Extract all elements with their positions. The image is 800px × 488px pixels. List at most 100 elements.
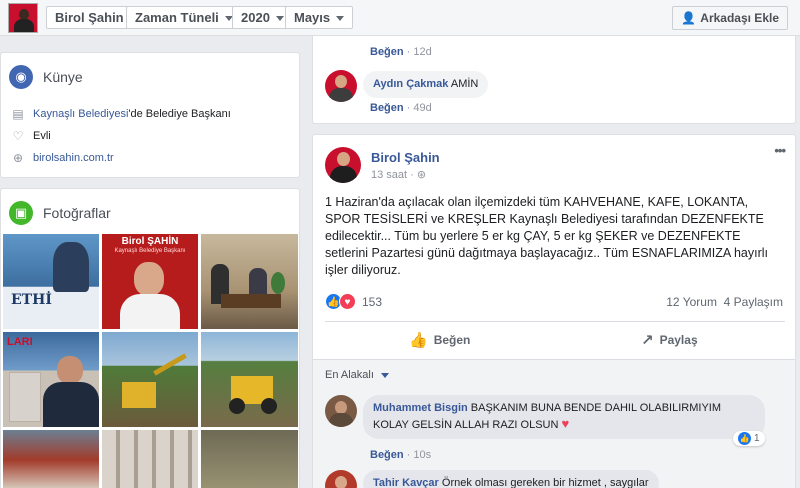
add-friend-button[interactable]: 👤 Arkadaşı Ekle [672,6,788,30]
comments-count-link[interactable]: 12 Yorum [666,295,717,309]
photo-thumbnail-7[interactable] [3,430,99,488]
photo-excavator-arm [153,353,187,376]
chevron-down-icon [380,372,389,378]
post-author[interactable]: Birol Şahin [371,150,440,165]
like-button[interactable]: 👍 Beğen [409,331,470,349]
post-options-icon[interactable]: ••• [774,143,786,158]
comment-time: 10s [413,449,432,461]
profile-avatar[interactable] [8,3,38,33]
like-reaction-icon: 👍 [738,432,751,445]
avatar-body [329,88,353,102]
photo-4-text: LARI [7,336,33,348]
post-text: 1 Haziran'da açılacak olan ilçemizdeki t… [325,195,769,277]
avatar-body [14,19,34,32]
post-time[interactable]: 13 saat [371,169,407,181]
photo-thumbnail-2[interactable]: Birol ŞAHİN Kaynaşlı Belediye Başkanı [102,234,198,329]
post-author-avatar[interactable] [325,147,361,183]
photo-1-text: ETHİ [11,292,52,308]
heart-icon: ♥ [561,416,570,431]
commenter-avatar[interactable] [325,470,357,488]
shares-count-link[interactable]: 4 Paylaşım [724,295,783,309]
photo-face-2 [57,356,83,384]
avatar-face [335,476,347,488]
timeline-label: Zaman Tüneli [135,10,219,25]
comment-time: 12d [413,46,432,58]
profile-name-label: Birol Şahin [55,10,124,25]
photo-thumbnail-5[interactable] [102,332,198,427]
commenter-avatar[interactable] [325,395,357,427]
kunye-header: ◉ Künye [9,65,83,89]
comment-author-link[interactable]: Aydın Çakmak [373,78,448,90]
work-link[interactable]: Kaynaşlı Belediyesi [33,108,128,120]
photo-wheel [261,398,277,414]
photo-thumbnail-1[interactable]: ETHİ [3,234,99,329]
add-friend-label: Arkadaşı Ekle [700,11,779,25]
month-dropdown[interactable]: Mayıs [285,6,354,29]
commenter-avatar[interactable] [325,70,357,102]
comment-author-link[interactable]: Tahir Kavçar [373,477,439,488]
comment-author-link[interactable]: Muhammet Bisgin [373,402,468,414]
post-card: Birol Şahin 13 saat · ⊛ ••• 1 Haziran'da… [312,134,796,488]
add-friend-icon: 👤 [681,11,697,25]
photo-building [9,372,41,422]
photo-thumbnail-9[interactable] [201,430,298,488]
kunye-list: ▤ Kaynaşlı Belediyesi'de Belediye Başkan… [9,103,231,169]
globe-icon: ◉ [9,65,33,89]
previous-comments-card: Beğen · 12d Aydın Çakmak AMİN Beğen · 49… [312,36,796,124]
photo-figure [53,242,89,292]
post-meta: 13 saat · ⊛ [371,169,427,181]
comment-like-link[interactable]: Beğen [370,46,404,58]
year-dropdown[interactable]: 2020 [232,6,293,29]
photo-excavator [122,382,156,408]
comment-sort-dropdown[interactable]: En Alakalı [325,369,389,381]
chevron-down-icon [336,16,345,22]
kunye-relationship-row: ♡ Evli [9,125,231,147]
photo-thumbnail-8[interactable] [102,430,198,488]
share-label: Paylaş [659,333,698,347]
photo-desk [221,294,281,308]
comment-text: AMİN [450,78,479,90]
avatar-body [329,413,353,427]
comments-section: En Alakalı Muhammet Bisgin BAŞKANIM BUNA… [313,360,795,488]
comment-text: Örnek olması gereken bir hizmet , saygıl… [441,477,649,488]
avatar-body [330,166,357,183]
chevron-down-icon [275,16,284,22]
heart-outline-icon: ♡ [12,129,24,143]
comment-2-actions: Beğen · 49d [370,102,432,114]
photo-thumbnail-6[interactable] [201,332,298,427]
like-label: Beğen [433,333,471,347]
share-button[interactable]: ↗ Paylaş [641,331,698,349]
year-label: 2020 [241,10,270,25]
photo-icon: ▣ [9,201,33,225]
photo-2-title: Birol ŞAHİN [121,236,179,247]
work-suffix: 'de Belediye Başkanı [128,108,231,120]
profile-name-button[interactable]: Birol Şahin [46,6,133,29]
photos-title: Fotoğraflar [43,205,111,221]
month-label: Mayıs [294,10,331,25]
post-counts: 12 Yorum 4 Paylaşım [666,295,783,309]
comment-reactions-badge[interactable]: 👍 1 [733,431,765,446]
comment-1-actions: Beğen · 12d [370,46,432,58]
comment-actions: Beğen · 10s [370,449,432,461]
comment-time: 49d [413,102,432,114]
sort-label: En Alakalı [325,369,374,381]
public-globe-icon: ⊛ [416,169,427,181]
photo-thumbnail-4[interactable]: LARI [3,332,99,427]
post-author-name[interactable]: Birol Şahin [371,150,440,165]
comment-like-link[interactable]: Beğen [370,102,404,114]
relationship-status: Evli [33,130,51,142]
photos-header: ▣ Fotoğraflar [9,201,111,225]
avatar-face [337,152,350,166]
reactions-summary[interactable]: 👍 ♥ 153 [325,293,382,310]
website-link[interactable]: birolsahin.com.tr [33,152,114,164]
top-bar: Birol Şahin Zaman Tüneli 2020 Mayıs 👤 Ark… [0,0,800,36]
photo-thumbnail-3[interactable] [201,234,298,329]
photo-suit [43,382,99,427]
photos-card: ▣ Fotoğraflar ETHİ Birol ŞAHİN Kaynaşlı … [0,188,300,488]
photo-wheel [229,398,245,414]
briefcase-icon: ▤ [12,107,24,121]
share-arrow-icon: ↗ [641,332,654,349]
timeline-dropdown[interactable]: Zaman Tüneli [126,6,242,29]
comment-like-link[interactable]: Beğen [370,449,404,461]
kunye-card: ◉ Künye ▤ Kaynaşlı Belediyesi'de Belediy… [0,52,300,178]
